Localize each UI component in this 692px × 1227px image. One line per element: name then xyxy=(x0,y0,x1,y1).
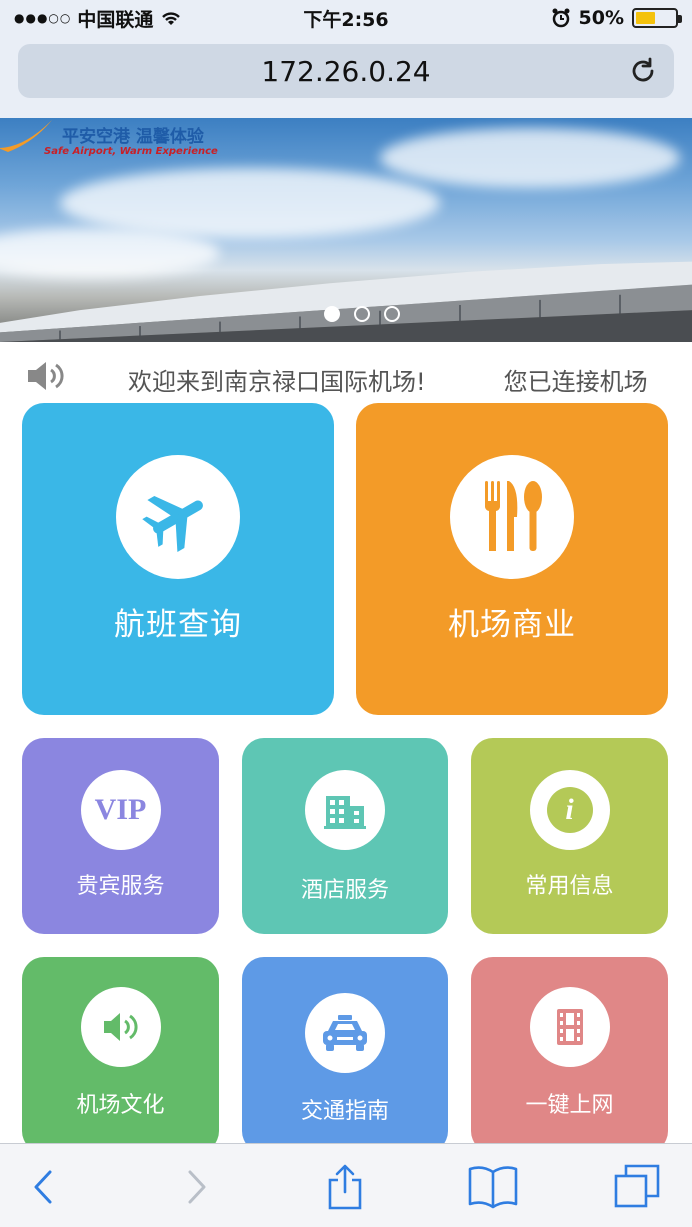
airport-culture-tile[interactable]: 机场文化 xyxy=(22,957,219,1153)
share-icon[interactable] xyxy=(320,1162,370,1212)
hotel-building-icon xyxy=(305,770,385,850)
carousel-dot[interactable] xyxy=(354,306,370,322)
carousel-dot[interactable] xyxy=(324,306,340,322)
carrier-label: 中国联通 xyxy=(77,8,154,31)
hotel-service-tile[interactable]: 酒店服务 xyxy=(242,738,448,934)
taxi-icon xyxy=(305,993,385,1073)
speaker-icon xyxy=(28,362,64,390)
info-icon: i xyxy=(529,770,610,850)
common-info-tile[interactable]: i 常用信息 xyxy=(471,738,668,934)
reload-icon[interactable] xyxy=(628,56,658,86)
url-field[interactable]: 172.26.0.24 xyxy=(18,44,674,98)
banner-cloud xyxy=(380,128,680,188)
battery-icon xyxy=(632,8,682,28)
tile-label: 贵宾服务 xyxy=(76,874,165,899)
tile-label: 酒店服务 xyxy=(300,878,389,903)
speaker-icon xyxy=(80,987,161,1067)
fork-knife-spoon-icon xyxy=(450,455,574,579)
signal-dots-icon: ●●●○○ xyxy=(14,11,72,25)
status-bar: ●●●○○ 中国联通 下午2:56 50% xyxy=(0,0,692,36)
tabs-icon[interactable] xyxy=(612,1162,662,1212)
carousel-dot[interactable] xyxy=(384,306,400,322)
battery-level-fill xyxy=(636,12,655,24)
carousel-indicators xyxy=(324,306,400,322)
url-text: 172.26.0.24 xyxy=(261,54,431,88)
vip-icon: VIP xyxy=(80,770,161,850)
back-arrow-icon[interactable] xyxy=(20,1162,70,1212)
forward-arrow-icon[interactable] xyxy=(170,1162,220,1212)
address-bar-area: 172.26.0.24 xyxy=(0,36,692,118)
tile-label: 机场商业 xyxy=(448,607,576,643)
airport-business-tile[interactable]: 机场商业 xyxy=(356,403,668,715)
wifi-icon xyxy=(162,12,181,25)
vip-icon-text: VIP xyxy=(94,793,147,826)
browser-toolbar xyxy=(0,1143,692,1227)
vip-service-tile[interactable]: VIP 贵宾服务 xyxy=(22,738,219,934)
announcement-message: 欢迎来到南京禄口国际机场! xyxy=(128,368,426,396)
announcement-message: 您已连接机场 xyxy=(503,368,648,396)
tile-label: 航班查询 xyxy=(114,607,242,643)
info-icon-badge: i xyxy=(546,787,593,833)
banner-logo-text: 平安空港 温馨体验 xyxy=(62,127,204,147)
alarm-clock-icon xyxy=(552,8,570,28)
battery-percent: 50% xyxy=(578,7,624,29)
tile-label: 交通指南 xyxy=(300,1099,389,1124)
film-icon xyxy=(529,987,610,1067)
airplane-icon xyxy=(116,455,240,579)
traffic-guide-tile[interactable]: 交通指南 xyxy=(242,957,448,1153)
one-click-internet-tile[interactable]: 一键上网 xyxy=(471,957,668,1153)
tile-label: 常用信息 xyxy=(525,874,614,899)
announcement-marquee: 欢迎来到南京禄口国际机场! 您已连接机场 xyxy=(128,362,692,397)
flight-query-tile[interactable]: 航班查询 xyxy=(22,403,334,715)
tile-label: 一键上网 xyxy=(525,1093,614,1118)
info-icon-text: i xyxy=(565,793,574,826)
tile-label: 机场文化 xyxy=(76,1093,165,1118)
banner-logo-subtext: Safe Airport, Warm Experience xyxy=(44,146,218,157)
book-icon[interactable] xyxy=(466,1162,520,1212)
